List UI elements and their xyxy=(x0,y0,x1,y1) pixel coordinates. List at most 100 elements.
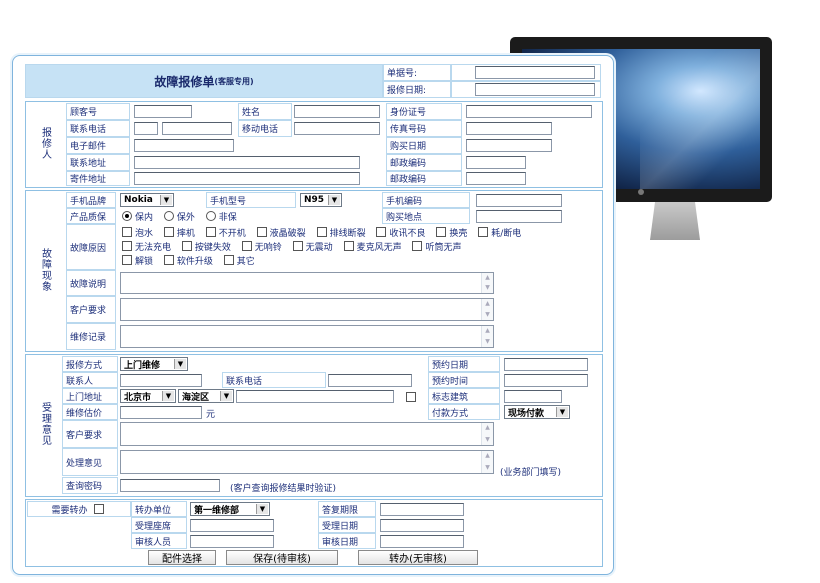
cause-label-item: 麦克风无声 xyxy=(356,243,402,253)
cause-checkbox[interactable] xyxy=(163,227,174,237)
name-input[interactable] xyxy=(294,105,380,118)
warranty-out-radio[interactable] xyxy=(163,211,174,221)
order-no-label-cell: 单据号: xyxy=(383,64,451,81)
order-no-input[interactable] xyxy=(475,66,595,79)
transfer-checkbox[interactable] xyxy=(93,504,104,514)
city-select[interactable]: 北京市 ▼ xyxy=(120,389,176,403)
visit-address-input[interactable] xyxy=(236,390,394,403)
email-input[interactable] xyxy=(134,139,234,152)
reviewer-input[interactable] xyxy=(190,535,274,548)
warranty-in-radio[interactable] xyxy=(122,211,132,221)
estimate-input[interactable] xyxy=(120,406,202,419)
cause-label-item: 无法充电 xyxy=(135,243,172,253)
method-select[interactable]: 上门维修 ▼ xyxy=(120,357,188,371)
scroll-down-icon: ▼ xyxy=(485,284,490,291)
contact-label-cell: 联系人 xyxy=(62,372,118,388)
postcode1-label-cell: 邮政编码 xyxy=(386,154,462,171)
appoint-date-input[interactable] xyxy=(504,358,588,371)
cause-row-3: 解锁 软件升级 其它 xyxy=(122,255,529,269)
save-button[interactable]: 保存(待审核) xyxy=(226,550,338,565)
dept-label-cell: 转办单位 xyxy=(131,501,187,517)
pay-method-select[interactable]: 现场付款 ▼ xyxy=(504,405,570,419)
code-input[interactable] xyxy=(476,194,562,207)
scrollbar[interactable]: ▲ ▼ xyxy=(481,451,493,473)
cause-checkbox[interactable] xyxy=(205,227,216,237)
cause-checkbox[interactable] xyxy=(181,241,192,251)
cause-checkbox[interactable] xyxy=(436,227,447,237)
contact-phone-input[interactable] xyxy=(328,374,412,387)
name-label: 姓名 xyxy=(242,108,261,118)
brand-select[interactable]: Nokia ▼ xyxy=(120,193,174,207)
phone-number-input[interactable] xyxy=(162,122,232,135)
form-title: 故障报修单 xyxy=(154,74,215,89)
cause-checkbox[interactable] xyxy=(122,255,132,265)
warranty-label: 产品质保 xyxy=(70,212,107,223)
customer-no-input[interactable] xyxy=(134,105,192,118)
landmark-checkbox[interactable] xyxy=(406,392,416,402)
transfer-section: 需要转办 转办单位 第一维修部 ▼ 答复期限 受理座席 受理日期 审核人员 审核日… xyxy=(25,499,603,567)
warranty-out-label: 保外 xyxy=(176,213,195,223)
district-select[interactable]: 海淀区 ▼ xyxy=(178,389,234,403)
purchase-date-input[interactable] xyxy=(466,139,552,152)
cause-checkbox[interactable] xyxy=(163,255,174,265)
cause-checkbox[interactable] xyxy=(122,241,132,251)
scrollbar[interactable]: ▲ ▼ xyxy=(481,273,493,293)
cause-checkbox[interactable] xyxy=(256,227,267,237)
cause-checkbox[interactable] xyxy=(478,227,489,237)
id-no-input[interactable] xyxy=(466,105,592,118)
accept-request-textarea[interactable]: ▲ ▼ xyxy=(120,422,494,446)
cause-checkbox[interactable] xyxy=(376,227,387,237)
cause-checkbox[interactable] xyxy=(412,241,423,251)
model-select[interactable]: N95 ▼ xyxy=(300,193,342,207)
monitor-stand xyxy=(650,202,700,240)
scrollbar[interactable]: ▲ ▼ xyxy=(481,326,493,347)
cause-label-item: 其它 xyxy=(236,257,255,267)
acceptance-section-label: 受理意见 xyxy=(42,403,52,447)
landmark-input[interactable] xyxy=(504,390,562,403)
cause-label-item: 解锁 xyxy=(135,257,154,267)
chevron-down-icon: ▼ xyxy=(160,195,172,205)
postcode1-input[interactable] xyxy=(466,156,526,169)
postcode2-input[interactable] xyxy=(466,172,526,185)
purchase-place-input[interactable] xyxy=(476,210,562,223)
scroll-down-icon: ▼ xyxy=(485,436,490,443)
model-label: 手机型号 xyxy=(210,196,247,207)
cause-checkbox[interactable] xyxy=(241,241,252,251)
chevron-down-icon: ▼ xyxy=(174,359,186,369)
id-no-label: 身份证号 xyxy=(390,108,427,118)
repair-date-input[interactable] xyxy=(475,83,595,96)
record-textarea[interactable]: ▲ ▼ xyxy=(120,325,494,348)
warranty-none-radio[interactable] xyxy=(205,211,216,221)
fax-input[interactable] xyxy=(466,122,552,135)
opinion-textarea[interactable]: ▲ ▼ xyxy=(120,450,494,474)
district-select-value: 海淀区 xyxy=(182,392,210,403)
cause-checkbox[interactable] xyxy=(316,227,327,237)
deadline-input[interactable] xyxy=(380,503,464,516)
address-label-cell: 联系地址 xyxy=(66,154,130,171)
request-textarea[interactable]: ▲ ▼ xyxy=(120,298,494,321)
accept-date-input[interactable] xyxy=(380,519,464,532)
appoint-time-input[interactable] xyxy=(504,374,588,387)
address-input[interactable] xyxy=(134,156,360,169)
seat-label: 受理座席 xyxy=(135,521,172,532)
password-input[interactable] xyxy=(120,479,220,492)
cause-checkbox[interactable] xyxy=(223,255,234,265)
review-date-input[interactable] xyxy=(380,535,464,548)
dept-select[interactable]: 第一维修部 ▼ xyxy=(190,502,270,516)
mobile-input[interactable] xyxy=(294,122,380,135)
cause-checkbox[interactable] xyxy=(343,241,354,251)
contact-input[interactable] xyxy=(120,374,202,387)
scrollbar[interactable]: ▲ ▼ xyxy=(481,423,493,445)
scroll-up-icon: ▲ xyxy=(485,327,490,334)
desc-textarea[interactable]: ▲ ▼ xyxy=(120,272,494,294)
seat-input[interactable] xyxy=(190,519,274,532)
mail-address-input[interactable] xyxy=(134,172,360,185)
cause-checkbox[interactable] xyxy=(122,227,132,237)
cause-checkbox[interactable] xyxy=(292,241,303,251)
appoint-date-label-cell: 预约日期 xyxy=(428,356,500,372)
phone-area-input[interactable] xyxy=(134,122,158,135)
scrollbar[interactable]: ▲ ▼ xyxy=(481,299,493,320)
parts-button[interactable]: 配件选择 xyxy=(148,550,216,565)
appoint-date-label: 预约日期 xyxy=(432,360,469,371)
transfer-button[interactable]: 转办(无审核) xyxy=(358,550,478,565)
